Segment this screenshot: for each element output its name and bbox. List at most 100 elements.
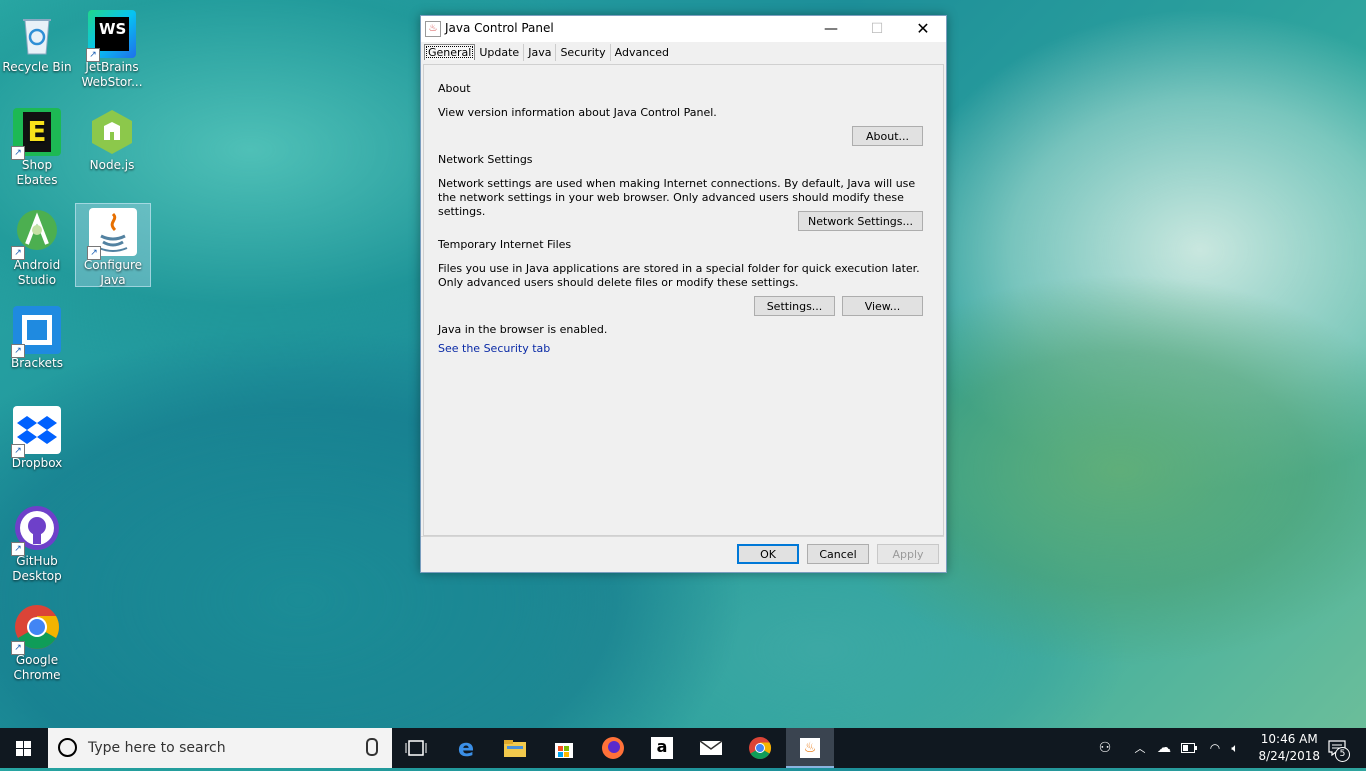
microphone-icon[interactable] [366,738,378,756]
firefox-icon [602,737,624,759]
browser-status-text: Java in the browser is enabled. [438,323,608,336]
tab-security[interactable]: Security [556,44,611,61]
desktop-icon-nodejs[interactable]: Node.js [75,104,149,176]
onedrive-button[interactable]: ☁ [1153,728,1175,768]
temp-files-settings-button[interactable]: Settings... [754,296,835,316]
taskbar-mail[interactable] [687,728,735,768]
wifi-button[interactable]: ◠ [1206,728,1224,768]
temp-files-description: Files you use in Java applications are s… [438,262,920,289]
people-button[interactable]: ⚇ [1094,728,1116,768]
desktop-icon-ebates[interactable]: E ↗ Shop Ebates [0,104,74,187]
java-icon: ↗ [87,208,137,260]
desktop-icon-configure-java[interactable]: ↗ Configure Java [75,203,151,287]
taskbar-java-control-panel[interactable]: ♨ [786,728,834,768]
ebates-badge: E [23,112,51,152]
android-studio-icon: ↗ [11,208,61,260]
close-button[interactable]: ✕ [900,16,946,42]
notification-count-badge: 5 [1335,747,1350,762]
task-view-icon [405,740,427,756]
java-control-panel-window: ♨ Java Control Panel — ☐ ✕ General Update… [420,15,947,573]
maximize-button[interactable]: ☐ [854,16,900,42]
taskbar-chrome[interactable] [736,728,784,768]
taskbar-edge[interactable]: e [442,728,490,768]
taskbar-store[interactable] [540,728,588,768]
clock[interactable]: 10:46 AM 8/24/2018 [1258,731,1320,765]
store-icon [555,743,573,758]
task-view-button[interactable] [392,728,440,768]
github-icon: ↗ [11,504,61,556]
desktop-icon-label: Brackets [11,356,63,370]
battery-icon [1181,743,1197,753]
shortcut-arrow-icon: ↗ [87,246,101,260]
tab-advanced[interactable]: Advanced [611,44,673,61]
battery-button[interactable] [1180,728,1198,768]
mail-icon [699,740,723,755]
security-tab-link[interactable]: See the Security tab [438,342,550,355]
temp-files-section-title: Temporary Internet Files [438,238,572,251]
folder-icon [504,740,526,757]
desktop-icon-dropbox[interactable]: ↗ Dropbox [0,402,74,474]
title-bar[interactable]: ♨ Java Control Panel — ☐ ✕ [421,16,946,42]
desktop-icon-label: Android Studio [13,258,61,287]
search-placeholder: Type here to search [88,740,226,756]
webstorm-icon: WS ↗ [86,10,136,62]
action-center-button[interactable]: 5 [1322,728,1352,768]
taskbar-firefox[interactable] [589,728,637,768]
temp-files-view-button[interactable]: View... [842,296,923,316]
desktop-icon-webstorm[interactable]: WS ↗ JetBrains WebStor... [75,6,149,91]
desktop-icon-android-studio[interactable]: ↗ Android Studio [0,204,74,289]
taskbar-file-explorer[interactable] [491,728,539,768]
show-hidden-icons-button[interactable]: ︿ [1132,728,1148,768]
tab-java[interactable]: Java [524,44,557,61]
about-description: View version information about Java Cont… [438,106,717,119]
desktop-icon-github[interactable]: ↗ GitHub Desktop [0,500,74,585]
volume-button[interactable]: 🔈︎ [1226,728,1244,768]
java-icon: ♨ [800,738,820,758]
desktop-icon-label: JetBrains WebStor... [81,60,143,89]
desktop-icon-label: Recycle Bin [2,60,72,74]
recycle-bin-icon [13,10,61,58]
cancel-button[interactable]: Cancel [807,544,869,564]
taskbar: Type here to search e a ♨ ⚇ ︿ ☁ ◠ 🔈︎ 10:… [0,728,1366,768]
start-button[interactable] [0,728,48,768]
tab-general[interactable]: General [424,44,476,60]
desktop-icon-label: Dropbox [11,456,63,470]
shortcut-arrow-icon: ↗ [11,344,25,358]
shortcut-arrow-icon: ↗ [11,246,25,260]
tab-update[interactable]: Update [475,44,525,61]
webstorm-badge: WS [95,17,129,51]
taskbar-amazon[interactable]: a [638,728,686,768]
clock-date: 8/24/2018 [1258,749,1320,763]
desktop-icon-recycle-bin[interactable]: Recycle Bin [0,6,74,78]
desktop-icon-label: Configure Java [83,258,143,287]
network-section-title: Network Settings [438,153,533,166]
minimize-button[interactable]: — [808,16,854,42]
shortcut-arrow-icon: ↗ [11,542,25,556]
desktop-icon-label: GitHub Desktop [12,554,62,583]
chrome-icon [749,737,771,759]
desktop-icon-chrome[interactable]: ↗ Google Chrome [0,599,74,684]
search-box[interactable]: Type here to search [48,728,392,768]
people-icon: ⚇ [1098,740,1112,756]
wifi-icon: ◠ [1209,741,1221,755]
about-button[interactable]: About... [852,126,923,146]
window-title: Java Control Panel [445,21,554,35]
chevron-up-icon: ︿ [1134,742,1146,755]
brackets-icon: ↗ [11,306,61,358]
ebates-icon: E ↗ [11,108,61,160]
footer-divider [421,536,944,537]
windows-logo-icon [16,741,31,756]
desktop-icon-brackets[interactable]: ↗ Brackets [0,302,74,374]
general-tab-panel: About View version information about Jav… [423,64,944,536]
about-section-title: About [438,82,471,95]
search-icon [58,738,77,757]
apply-button[interactable]: Apply [877,544,939,564]
edge-icon: e [457,734,475,762]
network-settings-button[interactable]: Network Settings... [798,211,923,231]
chrome-icon: ↗ [11,603,61,655]
ok-button[interactable]: OK [737,544,799,564]
desktop-icon-label: Google Chrome [13,653,61,682]
shortcut-arrow-icon: ↗ [86,48,100,62]
desktop-icon-label: Node.js [89,158,135,172]
amazon-icon: a [651,737,673,759]
